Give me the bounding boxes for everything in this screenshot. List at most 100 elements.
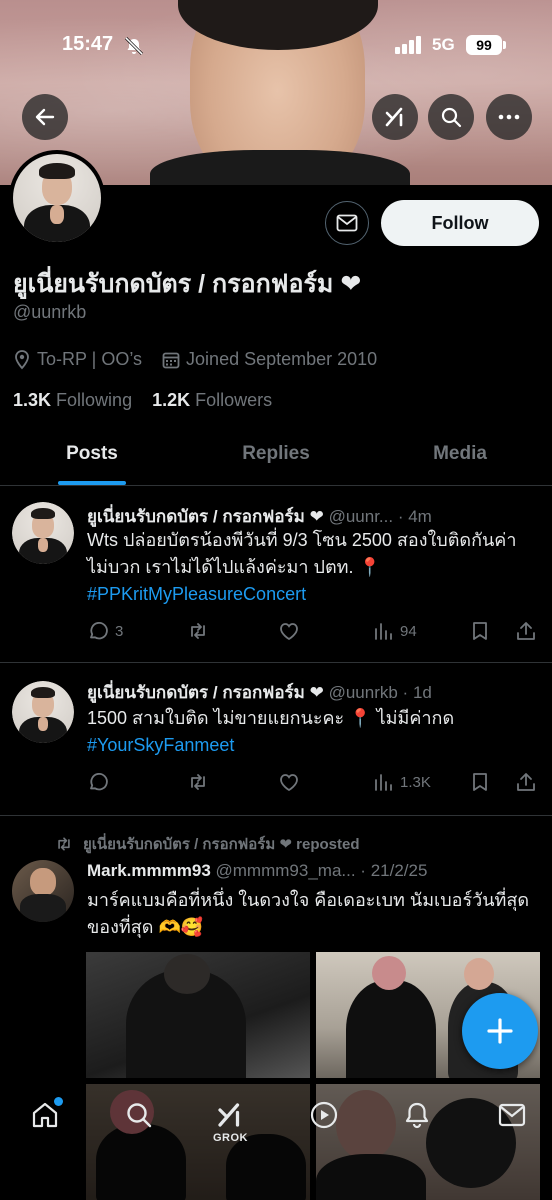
bookmark-icon — [473, 773, 487, 791]
followers-link[interactable]: 1.2K Followers — [152, 390, 272, 410]
tweet-header: ยูเนี่ยนรับกดบัตร / กรอกฟอร์ม ❤ @uunr...… — [87, 507, 432, 526]
more-button[interactable] — [486, 94, 532, 140]
view-count: 94 — [400, 622, 417, 640]
grok-label: GROK — [213, 1132, 248, 1144]
reply-icon — [90, 621, 108, 640]
like-button[interactable] — [278, 771, 300, 793]
avatar-hair — [39, 162, 75, 179]
tweet-card[interactable]: ยูเนี่ยนรับกดบัตร / กรอกฟอร์ม ❤ @uunr...… — [0, 487, 552, 663]
signal-icon — [395, 36, 421, 54]
profile-tabs: Posts Replies Media — [0, 430, 552, 486]
bookmark-button[interactable] — [470, 771, 490, 793]
tweet-body: Wts ปล่อยบัตรน้องพีวันที่ 9/3 โซน 2500 ส… — [87, 527, 542, 608]
status-bar: 15:47 5G 99 — [0, 0, 552, 56]
avatar-hair — [30, 508, 56, 520]
views-button[interactable]: 94 — [372, 620, 417, 642]
tab-posts-label: Posts — [66, 443, 118, 464]
tab-replies[interactable]: Replies — [184, 430, 368, 485]
tweet-hashtag[interactable]: #YourSkyFanmeet — [87, 735, 234, 755]
retweet-button[interactable] — [187, 620, 209, 642]
avatar-hands — [38, 537, 48, 552]
mail-icon — [498, 1103, 526, 1127]
calendar-icon — [162, 352, 180, 368]
plus-icon — [487, 1018, 513, 1044]
share-button[interactable] — [515, 620, 537, 642]
tweet-header: ยูเนี่ยนรับกดบัตร / กรอกฟอร์ม ❤ @uunrkb … — [87, 683, 432, 702]
banner-suit — [150, 150, 410, 185]
tweet-avatar[interactable] — [12, 681, 74, 743]
search-button[interactable] — [428, 94, 474, 140]
like-button[interactable] — [278, 620, 300, 642]
following-link[interactable]: 1.3K Following — [13, 390, 132, 410]
compose-button[interactable] — [462, 993, 538, 1069]
media-image[interactable] — [86, 952, 310, 1078]
following-label: Following — [56, 390, 133, 410]
tweet-time[interactable]: 21/2/25 — [371, 861, 428, 880]
profile-avatar[interactable] — [9, 150, 105, 246]
back-button[interactable] — [22, 94, 68, 140]
tab-indicator — [58, 481, 126, 485]
avatar — [12, 681, 74, 743]
reply-button[interactable]: 3 — [87, 620, 123, 642]
reply-count: 3 — [115, 622, 124, 640]
tweet-time[interactable]: 1d — [413, 683, 432, 702]
tweet-hashtag[interactable]: #PPKritMyPleasureConcert — [87, 584, 306, 604]
profile-location: To-RP | OO’s — [37, 349, 143, 369]
retweet-button[interactable] — [187, 771, 209, 793]
grok-button[interactable] — [372, 94, 418, 140]
reply-button[interactable] — [87, 771, 109, 793]
tweet-author-name[interactable]: Mark.mmmm93 — [87, 861, 211, 880]
avatar — [13, 154, 101, 242]
retweet-icon — [58, 837, 70, 851]
tweet-avatar[interactable] — [12, 860, 74, 922]
nav-notifications[interactable] — [402, 1100, 432, 1130]
network-type: 5G — [432, 35, 455, 54]
location-icon — [15, 349, 29, 369]
tweet-time[interactable]: 4m — [408, 507, 432, 526]
tweet-body: 1500 สามใบติด ไม่ขายแยกนะคะ 📍 ไม่มีค่ากด… — [87, 705, 542, 759]
share-button[interactable] — [515, 771, 537, 793]
tweet-avatar[interactable] — [12, 502, 74, 564]
following-count: 1.3K — [13, 390, 52, 410]
nav-search[interactable] — [124, 1100, 154, 1130]
avatar-face — [30, 868, 56, 896]
tweet-author-handle[interactable]: @uunr... — [329, 507, 394, 526]
followers-label: Followers — [195, 390, 273, 410]
photo-person — [346, 980, 436, 1078]
avatar-hands — [49, 205, 65, 225]
heart-icon — [280, 774, 298, 792]
follow-button[interactable]: Follow — [381, 200, 539, 246]
bell-icon — [405, 1102, 429, 1129]
avatar-hair — [30, 687, 56, 699]
repost-indicator[interactable]: ยูเนี่ยนรับกดบัตร / กรอกฟอร์ม ❤ reposted — [55, 832, 360, 856]
tweet-author-name[interactable]: ยูเนี่ยนรับกดบัตร / กรอกฟอร์ม ❤ — [87, 507, 324, 526]
photo-head — [164, 954, 210, 994]
avatar-body — [20, 894, 66, 922]
tab-posts[interactable]: Posts — [0, 430, 184, 485]
tab-media[interactable]: Media — [368, 430, 552, 485]
grok-icon — [385, 107, 403, 127]
tweet-author-handle[interactable]: @mmmm93_ma... — [216, 861, 356, 880]
views-button[interactable]: 1.3K — [372, 771, 431, 793]
views-icon — [375, 774, 392, 791]
view-count: 1.3K — [400, 773, 431, 791]
repost-label: ยูเนี่ยนรับกดบัตร / กรอกฟอร์ม ❤ reposted — [83, 836, 360, 853]
nav-video[interactable] — [309, 1100, 339, 1130]
tab-replies-label: Replies — [242, 443, 310, 464]
views-icon — [375, 623, 392, 640]
tweet-author-handle[interactable]: @uunrkb — [329, 683, 398, 702]
bookmark-button[interactable] — [470, 620, 490, 642]
nav-messages[interactable] — [497, 1100, 527, 1130]
bookmark-icon — [473, 622, 487, 640]
profile-meta: To-RP | OO’s Joined September 2010 — [13, 349, 377, 370]
tweet-author-name[interactable]: ยูเนี่ยนรับกดบัตร / กรอกฟอร์ม ❤ — [87, 683, 324, 702]
nav-grok[interactable] — [215, 1100, 245, 1130]
tweet-text: Wts ปล่อยบัตรน้องพีวันที่ 9/3 โซน 2500 ส… — [87, 530, 517, 577]
tweet-header: Mark.mmmm93 @mmmm93_ma... · 21/2/25 — [87, 861, 428, 880]
message-button[interactable] — [325, 201, 369, 245]
profile-display-name: ยูเนี่ยนรับกดบัตร / กรอกฟอร์ม ❤ — [13, 270, 362, 298]
play-circle-icon — [310, 1101, 338, 1129]
tweet-card[interactable]: ยูเนี่ยนรับกดบัตร / กรอกฟอร์ม ❤ @uunrkb … — [0, 663, 552, 816]
tweet-text: มาร์คแบมคือที่หนึ่ง ในดวงใจ คือเดอะเบท น… — [87, 890, 530, 937]
notification-dot — [54, 1097, 63, 1106]
